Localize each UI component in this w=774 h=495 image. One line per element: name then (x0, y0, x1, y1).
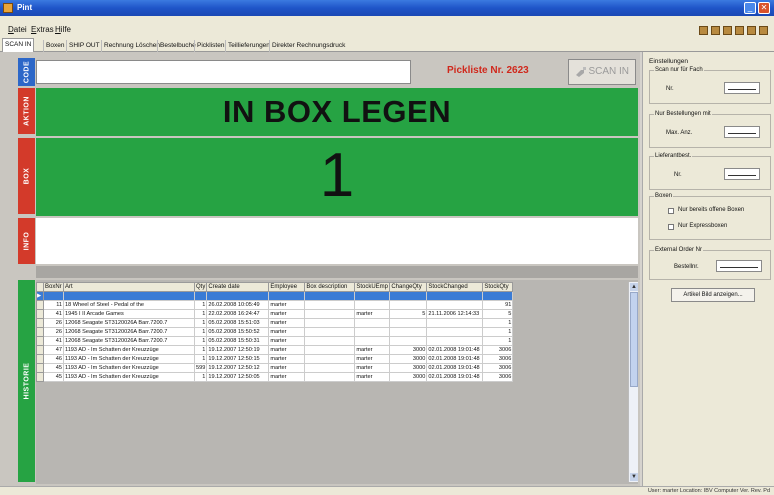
bestellnr-input[interactable] (716, 260, 762, 272)
table-row[interactable]: 26 12068 Seagate ST3120026A Barr.7200.7 … (36, 327, 514, 337)
row-header-corner (36, 282, 44, 292)
col-create-date[interactable]: Create date (206, 282, 270, 292)
external-order-group: External Order Nr Bestellnr. (649, 247, 771, 280)
settings-title: Einstellungen (649, 58, 689, 65)
col-boxnr[interactable]: BoxNr (43, 282, 64, 292)
tool-icon-6[interactable] (759, 26, 768, 35)
tab-bestelbuche[interactable]: Bestelbuche (157, 40, 198, 52)
table-row[interactable]: 26 12068 Seagate ST3120026A Barr.7200.7 … (36, 318, 514, 328)
col-employee[interactable]: Employee (268, 282, 306, 292)
title-bar: Pint _ ✕ (0, 0, 774, 16)
box-display: 1 (36, 138, 638, 216)
row-indicator: ▶ (36, 291, 44, 301)
divider (36, 266, 638, 278)
expressboxen-checkbox[interactable] (668, 224, 674, 230)
tab-strip: SCAN IN Boxen SHIP OUT Rechnung Löschen … (0, 36, 774, 52)
tab-rechnung-loeschen[interactable]: Rechnung Löschen (101, 40, 162, 52)
col-change-qty[interactable]: ChangeQty (389, 282, 428, 292)
table-row[interactable]: 47 1193 AD - Im Schatten der Kreuzzüge 1… (36, 345, 514, 355)
menu-datei[interactable]: Datei (8, 25, 27, 34)
scan-fach-group: Scan nur für Fach Nr. (649, 67, 771, 104)
tool-icon-5[interactable] (747, 26, 756, 35)
history-table: BoxNr Art Qty Create date Employee Box d… (36, 282, 514, 382)
scan-in-button[interactable]: SCAN IN (568, 59, 636, 85)
tool-icon-4[interactable] (735, 26, 744, 35)
boxen-group: Boxen Nur bereits offene Boxen Nur Expre… (649, 193, 771, 240)
tab-boxen[interactable]: Boxen (43, 40, 66, 52)
col-box-description[interactable]: Box description (304, 282, 356, 292)
menu-hilfe[interactable]: Hilfe (55, 25, 71, 34)
box-number: 1 (319, 141, 355, 210)
toolbar-icons (699, 26, 768, 35)
tab-direkter-rechnungsdruck[interactable]: Direkter Rechnungsdruck (269, 40, 347, 52)
lieferant-group: Lieferantbest. Nr. (649, 153, 771, 190)
col-stock-changed[interactable]: StockChanged (426, 282, 484, 292)
section-info: INFO (18, 218, 35, 264)
tab-picklisten[interactable]: Picklisten (194, 40, 226, 52)
fach-nr-input[interactable] (724, 82, 760, 94)
max-anz-input[interactable] (724, 126, 760, 138)
table-row[interactable]: 41 1945 I II Arcade Games 1 22.02.2008 1… (36, 309, 514, 319)
aktion-display: IN BOX LEGEN (36, 88, 638, 136)
scan-in-panel: CODE AKTION BOX INFO HISTORIE Pickliste … (0, 52, 640, 486)
scanner-icon (576, 67, 586, 77)
status-text: User: marter Location: IBV Computer Ver.… (647, 488, 770, 494)
info-display (36, 218, 638, 264)
section-box: BOX (18, 138, 35, 214)
menu-extras[interactable]: Extras (31, 25, 54, 34)
code-input[interactable] (36, 60, 411, 84)
scroll-thumb[interactable] (630, 292, 638, 387)
app-icon (3, 3, 13, 13)
pickliste-number: Pickliste Nr. 2623 (447, 65, 529, 76)
aktion-text: IN BOX LEGEN (222, 94, 452, 129)
history-header-row: BoxNr Art Qty Create date Employee Box d… (36, 282, 514, 292)
menu-bar: Datei Extras Hilfe (0, 16, 774, 36)
settings-panel: Einstellungen Scan nur für Fach Nr. Nur … (642, 52, 774, 486)
table-row[interactable]: 46 1193 AD - Im Schatten der Kreuzzüge 1… (36, 354, 514, 364)
scroll-down-icon[interactable]: ▼ (630, 473, 638, 481)
status-bar: User: marter Location: IBV Computer Ver.… (0, 486, 774, 495)
lieferant-nr-input[interactable] (724, 168, 760, 180)
table-row[interactable]: 45 1193 AD - Im Schatten der Kreuzzüge 1… (36, 372, 514, 382)
minimize-button[interactable]: _ (744, 2, 756, 14)
section-code: CODE (18, 58, 35, 86)
col-qty[interactable]: Qty (193, 282, 208, 292)
bestellungen-group: Nur Bestellungen mit Max. Anz. (649, 111, 771, 148)
close-button[interactable]: ✕ (758, 2, 770, 14)
offene-boxen-checkbox[interactable] (668, 208, 674, 214)
col-stock-emp[interactable]: StockUEmp (354, 282, 391, 292)
window-title: Pint (17, 3, 33, 12)
col-stock-qty[interactable]: StockQty (482, 282, 514, 292)
scroll-up-icon[interactable]: ▲ (630, 283, 638, 291)
show-picture-button[interactable]: Artikel Bild anzeigen... (671, 288, 755, 302)
section-aktion: AKTION (18, 88, 35, 134)
tab-teillieferungen[interactable]: Teillieferungen (225, 40, 272, 52)
tool-icon-1[interactable] (699, 26, 708, 35)
history-grid: BoxNr Art Qty Create date Employee Box d… (36, 280, 638, 484)
col-art[interactable]: Art (63, 282, 195, 292)
table-row[interactable]: ▶ (36, 291, 514, 301)
section-historie: HISTORIE (18, 280, 35, 482)
table-row[interactable]: 11 18 Wheel of Steel - Pedal of the 1 26… (36, 300, 514, 310)
tool-icon-3[interactable] (723, 26, 732, 35)
tab-scan-in[interactable]: SCAN IN (2, 38, 35, 52)
table-row[interactable]: 45 1193 AD - Im Schatten der Kreuzzüge 5… (36, 363, 514, 373)
tab-ship-out[interactable]: SHIP OUT (66, 40, 102, 52)
history-scrollbar[interactable]: ▲ ▼ (628, 282, 638, 482)
table-row[interactable]: 41 12068 Seagate ST3120026A Barr.7200.7 … (36, 336, 514, 346)
tool-icon-2[interactable] (711, 26, 720, 35)
scan-in-label: SCAN IN (588, 66, 629, 77)
